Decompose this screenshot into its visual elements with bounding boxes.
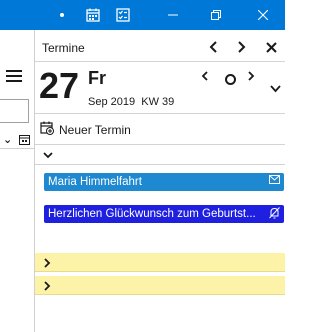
prev-day-icon[interactable]	[201, 70, 209, 84]
collapsed-row[interactable]	[35, 276, 285, 295]
appointments-pane: Termine 27 Fr Sep 2019 KW 39 Neuer Termi…	[35, 30, 285, 332]
collapsed-row[interactable]	[35, 253, 285, 272]
new-appointment-button[interactable]: Neuer Termin	[40, 121, 131, 138]
event-title: Herzlichen Glückwunsch zum Geburtst...	[48, 208, 256, 220]
event-item[interactable]: Maria Himmelfahrt	[44, 173, 284, 191]
tasks-icon[interactable]	[113, 0, 133, 30]
today-icon[interactable]	[225, 74, 236, 85]
divider	[35, 144, 285, 145]
chevron-right-icon	[44, 257, 51, 271]
chevron-down-icon[interactable]: ⌄	[3, 133, 12, 146]
divider	[35, 113, 285, 114]
left-panel: ⌄	[0, 30, 35, 332]
bell-off-icon	[269, 207, 280, 222]
month-week: Sep 2019 KW 39	[88, 96, 174, 108]
new-appointment-label: Neuer Termin	[59, 122, 131, 137]
envelope-icon	[269, 175, 280, 187]
day-number: 27	[39, 65, 80, 106]
event-item[interactable]: Herzlichen Glückwunsch zum Geburtst...	[44, 205, 284, 223]
event-title: Maria Himmelfahrt	[48, 176, 142, 188]
pin-icon[interactable]	[55, 0, 69, 30]
expand-icon[interactable]	[270, 82, 281, 96]
chevron-down-icon[interactable]	[43, 150, 53, 162]
minimize-icon[interactable]	[160, 0, 186, 30]
calendar-icon[interactable]	[83, 0, 103, 30]
close-icon[interactable]	[250, 0, 276, 30]
close-pane-icon[interactable]	[262, 38, 280, 56]
divider	[35, 61, 285, 62]
chevron-right-icon	[44, 280, 51, 294]
divider	[35, 164, 285, 165]
week-number: KW 39	[141, 96, 175, 108]
restore-icon[interactable]	[203, 0, 229, 30]
pane-title: Termine	[42, 41, 85, 55]
chevron-left-icon[interactable]	[205, 38, 223, 56]
divider	[0, 148, 34, 149]
weekday: Fr	[88, 68, 106, 88]
next-day-icon[interactable]	[247, 70, 255, 84]
new-appointment-icon	[40, 121, 54, 138]
calendar-small-icon[interactable]	[19, 134, 30, 148]
month-year: Sep 2019	[88, 96, 136, 108]
window-titlebar	[0, 0, 285, 30]
chevron-right-icon[interactable]	[232, 38, 250, 56]
menu-icon[interactable]	[6, 70, 22, 82]
left-search-input[interactable]	[0, 99, 29, 123]
